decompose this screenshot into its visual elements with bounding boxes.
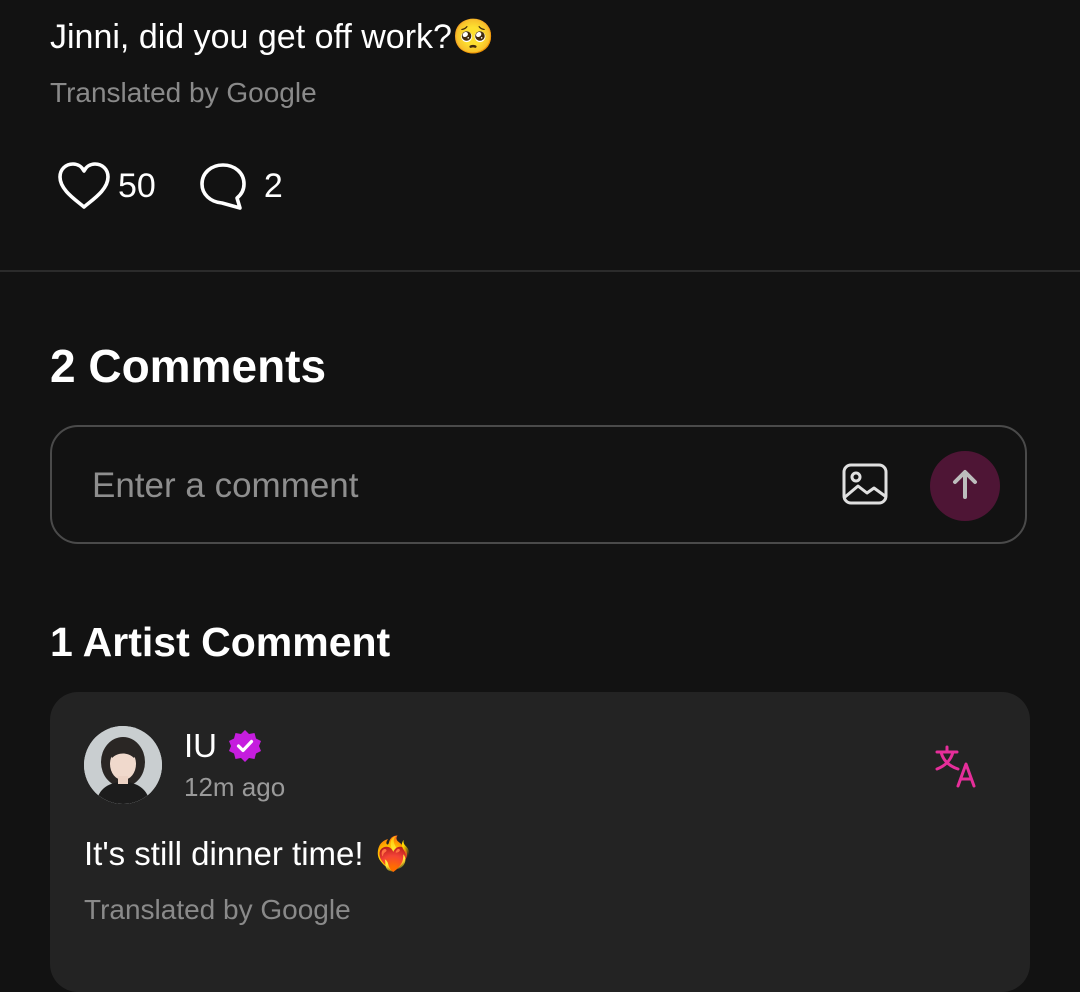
avatar[interactable] — [84, 726, 162, 804]
comment-timestamp: 12m ago — [184, 772, 286, 802]
verified-badge-icon — [227, 728, 263, 764]
heart-icon — [56, 160, 112, 212]
translate-button[interactable] — [934, 744, 982, 788]
comments-title: 2 Comments — [50, 340, 327, 392]
artist-name[interactable]: IU — [184, 726, 217, 766]
artist-comment-translated-label: Translated by Google — [84, 894, 351, 925]
attach-image-button[interactable] — [840, 461, 890, 509]
artist-comment-card: IU 12m ago It's still dinner time! ❤️ — [50, 692, 1030, 992]
post-translated-label: Translated by Google — [50, 77, 317, 108]
send-button[interactable] — [930, 451, 1000, 521]
comment-button[interactable]: 2 — [198, 161, 283, 211]
artist-comment-text: It's still dinner time! ❤️‍🔥 — [84, 835, 414, 872]
artist-comments-title: 1 Artist Comment — [50, 619, 391, 665]
like-button[interactable]: 50 — [56, 160, 156, 212]
speech-bubble-icon — [198, 161, 248, 211]
arrow-up-icon — [948, 467, 982, 506]
post-reactions: 50 2 — [56, 158, 283, 214]
post-text: Jinni, did you get off work?🥺 — [50, 18, 495, 56]
comment-count: 2 — [263, 166, 283, 205]
divider — [0, 270, 1080, 272]
comment-box — [50, 425, 1027, 544]
artist-name-row: IU — [184, 726, 263, 766]
translate-icon — [934, 745, 982, 792]
like-count: 50 — [118, 166, 156, 205]
image-icon — [840, 463, 890, 513]
comment-input[interactable] — [90, 457, 794, 515]
